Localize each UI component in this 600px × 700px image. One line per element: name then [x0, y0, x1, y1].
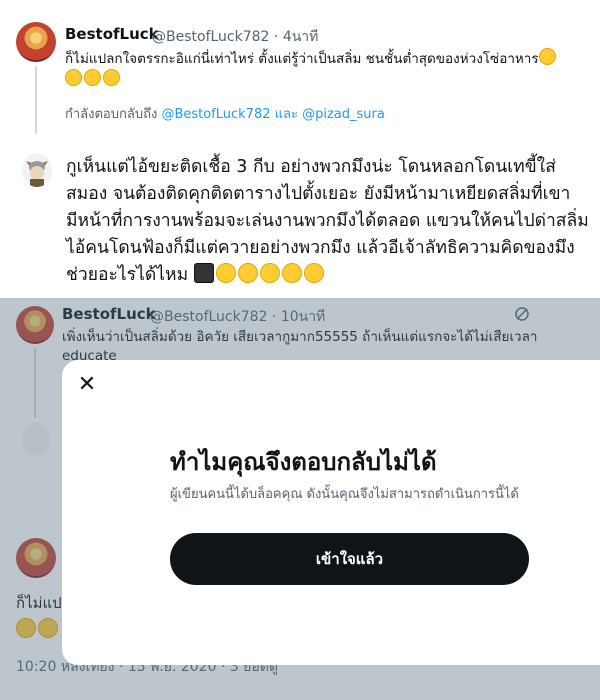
dialog-description: ผู้เขียนคนนี้ได้บล็อคคุณ ดังนั้นคุณจึงไม…	[170, 487, 519, 502]
avatar[interactable]	[16, 22, 56, 62]
thread-line	[35, 66, 37, 134]
mention-link[interactable]: @BestofLuck782	[161, 107, 270, 122]
emoji	[538, 48, 556, 65]
tweet-author-handle[interactable]: @BestofLuck782 · 4นาที	[152, 26, 318, 48]
cannot-reply-dialog: ✕ ทำไมคุณจึงตอบกลับไม่ได้ ผู้เขียนคนนี้ไ…	[62, 360, 600, 665]
conversation-top: BestofLuck @BestofLuck782 · 4นาที ก็ไม่แ…	[0, 0, 600, 298]
got-it-button[interactable]: เข้าใจแล้ว	[170, 533, 529, 585]
tweet-author-name[interactable]: BestofLuck	[65, 25, 159, 43]
tweet-time: 4นาที	[282, 29, 319, 45]
emoji	[281, 263, 302, 283]
avatar[interactable]	[22, 153, 52, 187]
emoji	[84, 69, 101, 86]
dialog-title: ทำไมคุณจึงตอบกลับไม่ได้	[170, 448, 437, 476]
emoji	[303, 263, 324, 283]
emoji	[65, 69, 82, 86]
replying-to: กำลังตอบกลับถึง @BestofLuck782 และ @piza…	[65, 107, 385, 122]
emoji	[193, 263, 214, 283]
close-icon[interactable]: ✕	[76, 374, 98, 396]
emoji	[215, 263, 236, 283]
emoji	[103, 69, 120, 86]
mention-link[interactable]: @pizad_sura	[302, 107, 385, 122]
reply-composer-text: กูเห็นแต่ไอ้ขยะติดเชื้อ 3 กีบ อย่างพวกมึ…	[66, 157, 589, 285]
emoji	[237, 263, 258, 283]
tweet-text: ก็ไม่แปลกใจตรรกะอิแก่นี่เท่าไหร่ ตั้งแต่…	[65, 48, 590, 90]
emoji	[259, 263, 280, 283]
